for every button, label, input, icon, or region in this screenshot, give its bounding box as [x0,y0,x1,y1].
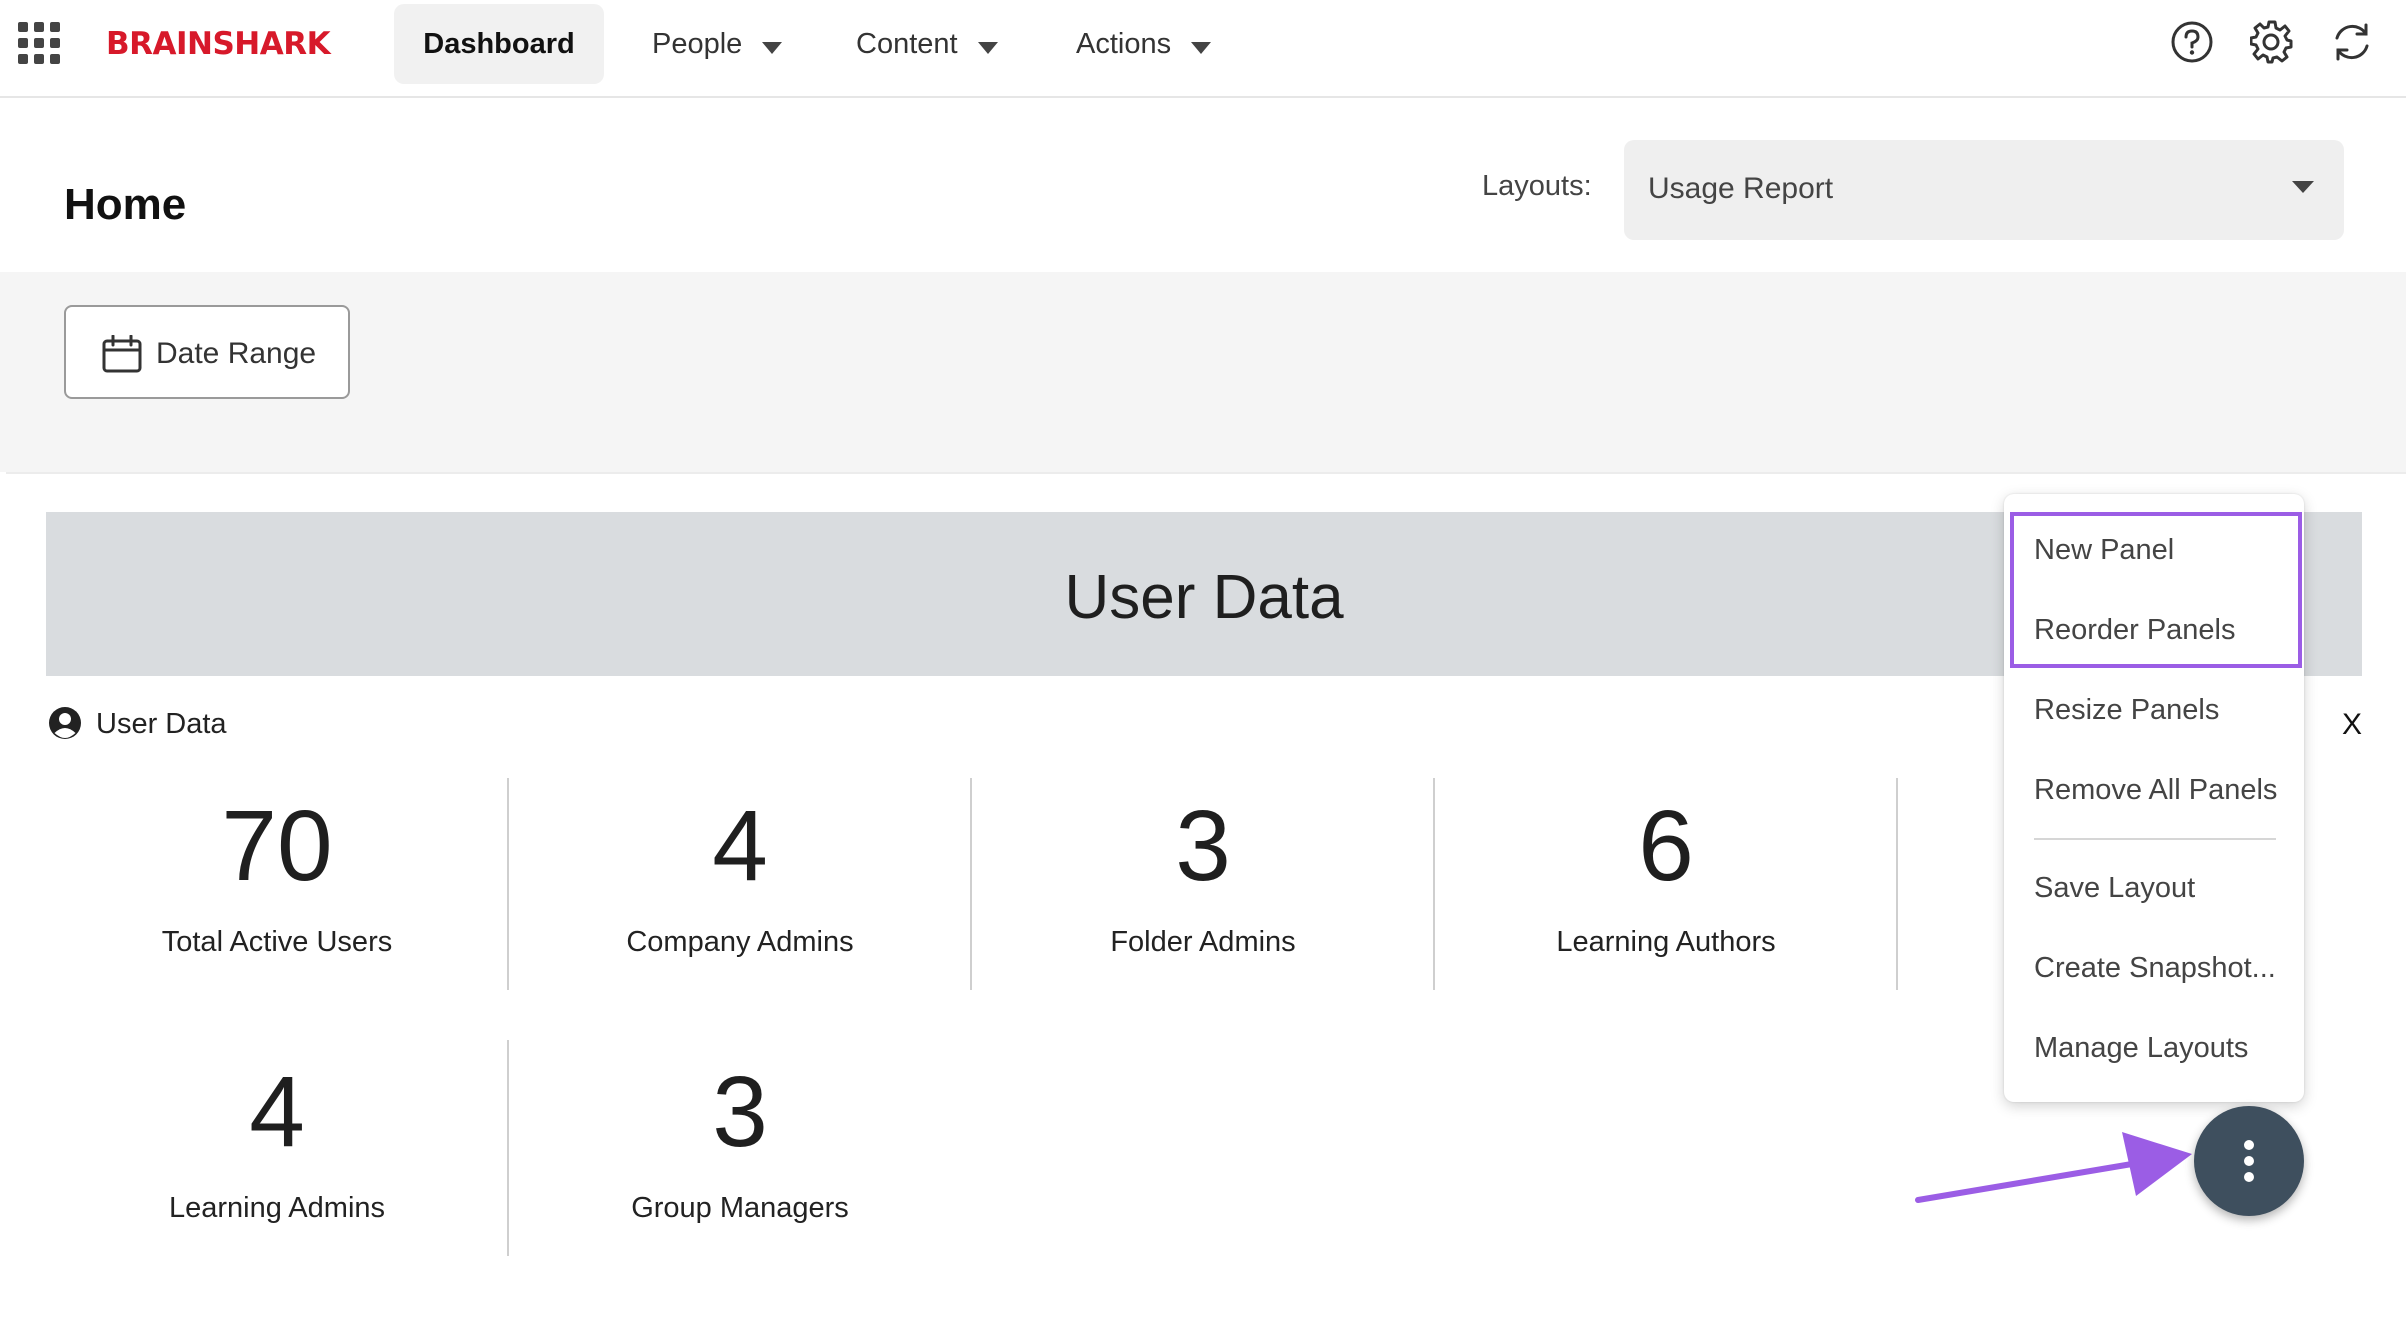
nav-actions[interactable]: Actions [1076,4,1212,85]
refresh-icon[interactable] [2330,20,2374,64]
menu-item-remove-all-panels[interactable]: Remove All Panels [2034,774,2277,807]
panel-header-label: User Data [96,708,227,740]
user-circle-icon [48,706,82,745]
stat-group-managers: 3 Group Managers [509,1062,971,1225]
panel-actions-menu: New Panel Reorder Panels Resize Panels R… [2004,494,2304,1102]
stat-label: Learning Authors [1556,926,1776,958]
brainshark-logo[interactable]: BRAINSHARK [106,24,331,64]
nav-dashboard[interactable]: Dashboard [394,4,604,84]
menu-item-new-panel[interactable]: New Panel [2034,534,2174,567]
layouts-label: Layouts: [1482,170,1592,202]
calendar-icon [102,334,142,378]
stat-learning-authors: 6 Learning Authors [1435,796,1897,959]
caret-down-icon [762,5,783,85]
stat-value: 70 [221,790,333,902]
stat-label: Group Managers [631,1192,849,1224]
stat-label: Folder Admins [1110,926,1296,958]
filter-bar [0,272,2406,472]
stat-divider [1896,778,1898,990]
nav-people-label: People [652,28,743,60]
menu-item-resize-panels[interactable]: Resize Panels [2034,694,2219,727]
stat-label: Company Admins [626,926,854,958]
menu-divider [2034,838,2276,840]
layouts-select-value: Usage Report [1648,172,1834,205]
stat-value: 6 [1638,790,1694,902]
gear-icon[interactable] [2249,20,2294,64]
stat-company-admins: 4 Company Admins [509,796,971,959]
nav-actions-label: Actions [1076,28,1172,60]
menu-item-reorder-panels[interactable]: Reorder Panels [2034,614,2236,647]
page-title: Home [64,180,187,229]
date-range-button[interactable]: Date Range [64,305,350,399]
stat-learning-admins: 4 Learning Admins [46,1062,508,1225]
arrow-annotation-icon [1900,1118,2200,1223]
menu-item-create-snapshot[interactable]: Create Snapshot... [2034,952,2276,985]
stat-value: 3 [1175,790,1231,902]
stat-value: 4 [249,1056,305,1168]
caret-down-icon [2292,180,2314,198]
nav-dashboard-label: Dashboard [423,28,575,60]
caret-down-icon [1191,5,1212,85]
nav-content-label: Content [856,28,958,60]
stat-label: Total Active Users [161,926,393,958]
menu-item-save-layout[interactable]: Save Layout [2034,872,2195,905]
caret-down-icon [977,5,998,85]
stat-folder-admins: 3 Folder Admins [972,796,1434,959]
help-icon[interactable] [2170,20,2214,64]
top-navigation-bar: BRAINSHARK Dashboard People Content Acti… [0,0,2406,98]
more-options-button[interactable] [2194,1106,2304,1216]
date-range-label: Date Range [156,337,317,370]
layouts-select[interactable]: Usage Report [1624,140,2344,240]
stat-total-active-users: 70 Total Active Users [46,796,508,959]
stat-label: Learning Admins [168,1192,386,1224]
nav-content[interactable]: Content [856,4,998,84]
stat-value: 3 [712,1056,768,1168]
nav-people[interactable]: People [652,4,783,85]
close-panel-button[interactable]: X [2342,708,2362,742]
menu-item-manage-layouts[interactable]: Manage Layouts [2034,1032,2248,1065]
apps-grid-icon[interactable] [18,22,60,64]
stat-value: 4 [712,790,768,902]
